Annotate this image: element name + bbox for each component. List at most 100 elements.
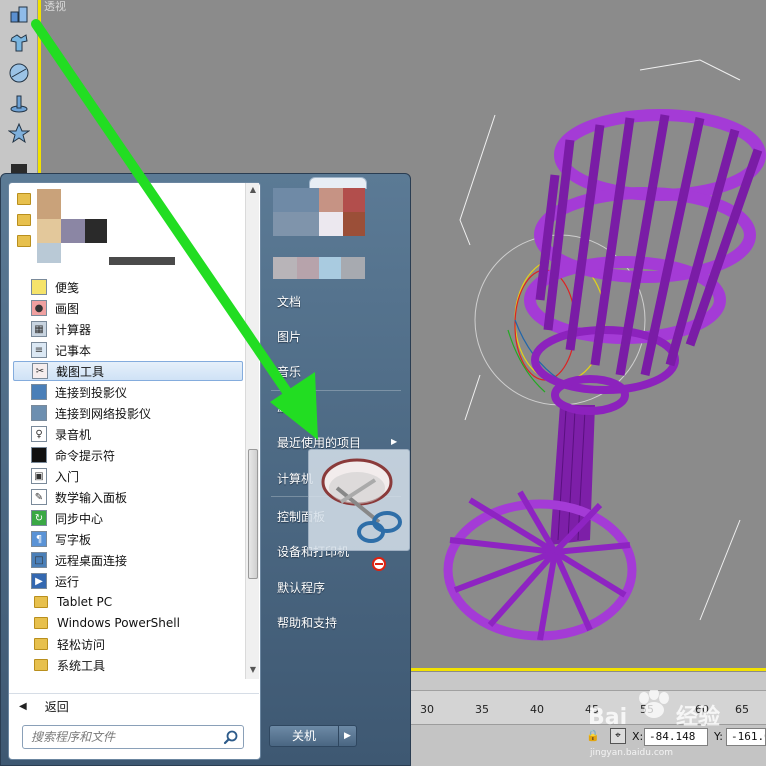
- right-menu-item[interactable]: 游戏: [277, 398, 301, 415]
- program-item[interactable]: 便笺: [13, 277, 243, 297]
- folder-icon: [34, 617, 48, 629]
- modify-icon[interactable]: [6, 30, 32, 56]
- snipping-tool-drag-icon[interactable]: [308, 449, 410, 551]
- submenu-arrow-icon: ▶: [391, 437, 398, 446]
- network-projector-icon: [31, 405, 47, 421]
- redacted-image: [319, 212, 343, 236]
- search-icon[interactable]: [223, 729, 239, 745]
- sync-center-icon: ↻: [31, 510, 47, 526]
- program-label: 录音机: [55, 427, 92, 442]
- program-item[interactable]: ✎ 数学输入面板: [13, 487, 243, 507]
- redacted-image: [37, 243, 61, 263]
- tick-label: 35: [475, 703, 489, 716]
- program-item[interactable]: Windows PowerShell: [13, 613, 243, 633]
- program-item[interactable]: 连接到网络投影仪: [13, 403, 243, 423]
- program-item[interactable]: ≡ 记事本: [13, 340, 243, 360]
- right-menu-item[interactable]: 默认程序: [277, 579, 325, 596]
- program-label: 远程桌面连接: [55, 553, 128, 568]
- scroll-down-icon[interactable]: ▼: [248, 665, 258, 675]
- program-label: 命令提示符: [55, 448, 116, 463]
- program-label: 画图: [55, 301, 80, 316]
- program-item[interactable]: 命令提示符: [13, 445, 243, 465]
- right-menu-item[interactable]: 音乐: [277, 363, 301, 380]
- program-item[interactable]: 轻松访问: [13, 634, 243, 654]
- redacted-image: [297, 257, 319, 279]
- command-prompt-icon: [31, 447, 47, 463]
- shutdown-button[interactable]: 关机: [269, 725, 339, 747]
- redacted-image: [109, 257, 175, 265]
- microphone-icon: ♀: [31, 426, 47, 442]
- program-item[interactable]: ▦ 计算器: [13, 319, 243, 339]
- create-icon[interactable]: [6, 2, 32, 28]
- no-drop-icon: [372, 557, 386, 571]
- redacted-image: [343, 188, 365, 212]
- redacted-image: [341, 257, 365, 279]
- back-arrow-icon: ◀: [19, 701, 27, 712]
- notepad-icon: ≡: [31, 342, 47, 358]
- svg-text:经验: 经验: [676, 704, 720, 730]
- program-item[interactable]: 系统工具: [13, 655, 243, 675]
- right-menu-item[interactable]: 帮助和支持: [277, 614, 337, 631]
- program-label: 连接到投影仪: [55, 385, 128, 400]
- redacted-image: [37, 219, 61, 243]
- redacted-image: [319, 257, 341, 279]
- display-icon[interactable]: [6, 120, 32, 146]
- search-box[interactable]: [22, 725, 244, 749]
- program-item[interactable]: ✂ 截图工具: [13, 361, 243, 381]
- program-label: 连接到网络投影仪: [55, 406, 152, 421]
- program-item[interactable]: ▣ 入门: [13, 466, 243, 486]
- watermark-url: jingyan.baidu.com: [590, 748, 674, 758]
- folder-icon: [17, 214, 31, 226]
- motion-icon[interactable]: [6, 90, 32, 116]
- shutdown-options-button[interactable]: ▶: [339, 725, 357, 747]
- program-item[interactable]: ¶ 写字板: [13, 529, 243, 549]
- right-menu-item[interactable]: 图片: [277, 328, 301, 345]
- scroll-up-icon[interactable]: ▲: [248, 185, 258, 195]
- programs-pane: 便笺 ● 画图 ▦ 计算器 ≡ 记事本 ✂ 截图工具连接到投影仪连接到网络投影仪 ♀ 录音机命令提示…: [8, 182, 261, 760]
- command-toolbar: [0, 0, 38, 180]
- folder-icon: [17, 193, 31, 205]
- scroll-thumb[interactable]: [248, 449, 258, 579]
- program-label: 计算器: [55, 322, 92, 337]
- hierarchy-icon[interactable]: [6, 60, 32, 86]
- getting-started-icon: ▣: [31, 468, 47, 484]
- folder-icon: [34, 596, 48, 608]
- program-item[interactable]: ● 画图: [13, 298, 243, 318]
- program-item[interactable]: Tablet PC: [13, 592, 243, 612]
- tick-label: 30: [420, 703, 434, 716]
- redacted-image: [273, 212, 319, 236]
- program-item[interactable]: 连接到投影仪: [13, 382, 243, 402]
- program-label: Tablet PC: [57, 595, 113, 609]
- program-label: 数学输入面板: [55, 490, 128, 505]
- search-input[interactable]: [23, 726, 219, 748]
- program-label: 写字板: [55, 532, 92, 547]
- run-icon: ▶: [31, 573, 47, 589]
- program-label: 运行: [55, 574, 80, 589]
- program-label: 系统工具: [57, 658, 106, 673]
- redacted-image: [85, 219, 107, 243]
- program-list-scrollbar[interactable]: ▲ ▼: [245, 183, 259, 679]
- viewport-label[interactable]: 透视: [44, 0, 66, 14]
- program-label: 便笺: [55, 280, 80, 295]
- program-item[interactable]: ↻ 同步中心: [13, 508, 243, 528]
- program-item[interactable]: ♀ 录音机: [13, 424, 243, 444]
- svg-text:Bai: Bai: [588, 705, 627, 730]
- program-item[interactable]: ▶ 运行: [13, 571, 243, 591]
- redacted-image: [37, 189, 61, 219]
- back-button[interactable]: ◀ 返回: [9, 693, 259, 719]
- separator: [271, 390, 401, 391]
- folder-icon: [17, 235, 31, 247]
- right-menu-item[interactable]: 文档: [277, 293, 301, 310]
- paint-icon: ●: [31, 300, 47, 316]
- projector-icon: [31, 384, 47, 400]
- viewport-border-left: [38, 0, 41, 180]
- tick-label: 40: [530, 703, 544, 716]
- program-label: 轻松访问: [57, 637, 106, 652]
- snipping-tool-icon: ✂: [32, 363, 48, 379]
- program-item[interactable]: □ 远程桌面连接: [13, 550, 243, 570]
- folder-icon: [34, 638, 48, 650]
- remote-desktop-icon: □: [31, 552, 47, 568]
- redacted-image: [273, 257, 297, 279]
- math-input-icon: ✎: [31, 489, 47, 505]
- program-label: Windows PowerShell: [57, 616, 180, 630]
